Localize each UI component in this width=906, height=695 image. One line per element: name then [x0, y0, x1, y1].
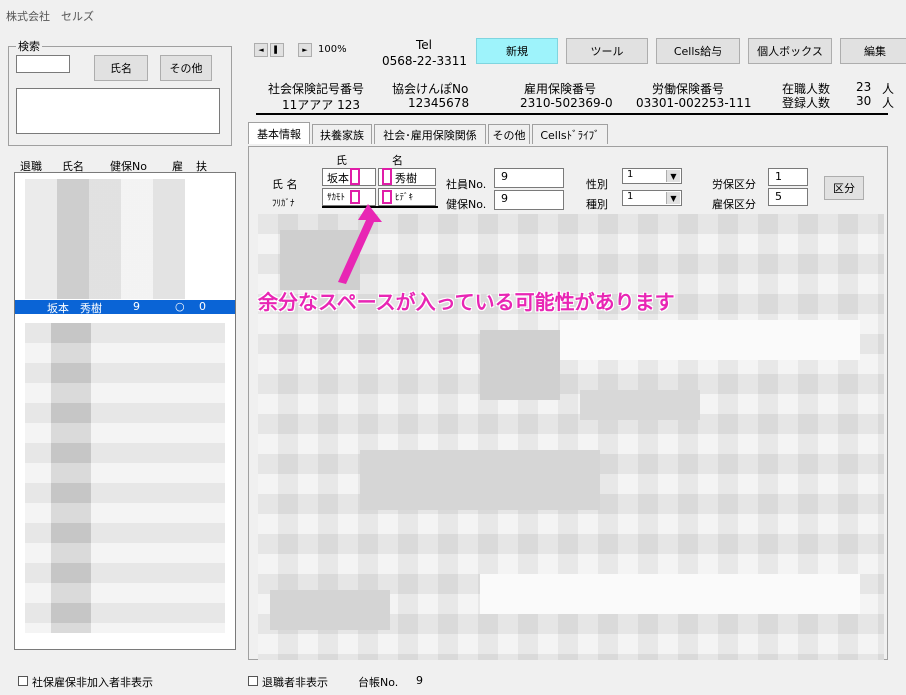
next-record-button[interactable]: ► — [298, 43, 312, 57]
tel-value: 0568-22-3311 — [382, 54, 468, 68]
sei-header: 氏 — [336, 154, 347, 167]
zoom-level: 100% — [318, 44, 347, 55]
dropdown-arrow-icon[interactable]: ▼ — [666, 192, 680, 204]
koyo-insurance-value: 2310-502369-0 — [520, 96, 613, 110]
toroku-unit: 人 — [882, 96, 895, 110]
hide-non-members-label: 社保雇保非加入者非表示 — [32, 676, 153, 689]
kyokai-label: 協会けんぽNo — [392, 82, 469, 96]
search-memo-field[interactable] — [16, 88, 220, 134]
rouho-value: 1 — [775, 170, 782, 183]
blurred-area — [51, 323, 91, 633]
tab-other[interactable]: その他 — [488, 124, 530, 144]
seibetsu-label: 性別 — [586, 178, 608, 191]
space-highlight-sei — [350, 168, 360, 185]
space-highlight-mei — [382, 168, 392, 185]
kubun-button[interactable]: 区分 — [824, 176, 864, 200]
ledger-label: 台帳No. — [358, 676, 399, 689]
hide-retired-label: 退職者非表示 — [262, 676, 328, 689]
list-item-kenpo: 9 — [133, 300, 140, 313]
social-insurance-value: 11アアア 123 — [282, 98, 360, 112]
blurred-block — [580, 390, 700, 420]
cells-salary-button[interactable]: Cells給与 — [656, 38, 740, 64]
personal-box-button[interactable]: 個人ボックス — [748, 38, 832, 64]
shubetsu-select[interactable]: 1 ▼ — [622, 190, 682, 206]
list-item-koyo: ○ — [175, 300, 185, 313]
blurred-block — [270, 590, 390, 630]
shubetsu-label: 種別 — [586, 198, 608, 211]
mei-kana-value: ﾋﾃﾞｷ — [395, 193, 414, 203]
sei-value: 坂本 — [327, 172, 349, 185]
hide-non-members-checkbox[interactable] — [18, 676, 28, 686]
sei-input[interactable]: 坂本 — [322, 168, 376, 186]
ledger-value: 9 — [416, 674, 423, 687]
annotation-arrow-icon — [338, 204, 382, 284]
tab-dependents[interactable]: 扶養家族 — [312, 124, 372, 144]
new-button[interactable]: 新規 — [476, 38, 558, 64]
mei-value: 秀樹 — [395, 172, 417, 185]
seibetsu-value: 1 — [627, 169, 634, 180]
blurred-block — [560, 320, 860, 360]
employee-list[interactable]: 坂本 秀樹 9 ○ 0 — [14, 172, 236, 650]
dropdown-arrow-icon[interactable]: ▼ — [666, 170, 680, 182]
tab-bar: 基本情報 扶養家族 社会･雇用保険関係 その他 Cellsﾄﾞﾗｲﾌﾞ — [248, 122, 888, 146]
rodo-insurance-value: 03301-002253-111 — [636, 96, 752, 110]
kyokai-value: 12345678 — [408, 96, 470, 110]
window-title: 株式会社 セルズ — [6, 10, 94, 23]
shubetsu-value: 1 — [627, 191, 634, 202]
shain-label: 社員No. — [446, 178, 487, 191]
koyo-insurance-label: 雇用保険番号 — [524, 82, 597, 96]
search-other-button[interactable]: その他 — [160, 55, 212, 81]
zaishoku-value: 23 — [856, 80, 872, 94]
kana-label: ﾌﾘｶﾞﾅ — [272, 199, 295, 209]
list-item-fuyo: 0 — [199, 300, 206, 313]
shain-input[interactable]: 9 — [494, 168, 564, 188]
rodo-insurance-label: 労働保険番号 — [652, 82, 725, 96]
edit-button[interactable]: 編集 — [840, 38, 906, 64]
blurred-block — [480, 574, 860, 614]
koho-value: 5 — [775, 190, 782, 203]
record-slider-button[interactable]: ▌ — [270, 43, 284, 57]
search-input[interactable] — [16, 55, 70, 73]
tab-basic-info[interactable]: 基本情報 — [248, 122, 310, 144]
toroku-value: 30 — [856, 94, 872, 108]
tab-cells-drive[interactable]: Cellsﾄﾞﾗｲﾌﾞ — [532, 124, 608, 144]
mei-header: 名 — [392, 154, 403, 167]
kenpo-value: 9 — [501, 192, 508, 205]
koho-input[interactable]: 5 — [768, 188, 808, 206]
tab-insurance[interactable]: 社会･雇用保険関係 — [374, 124, 486, 144]
name-label: 氏 名 — [272, 178, 298, 191]
blurred-block — [480, 330, 560, 400]
list-item-selected[interactable]: 坂本 秀樹 9 ○ 0 — [15, 300, 235, 315]
blurred-block — [360, 450, 600, 510]
search-name-button[interactable]: 氏名 — [94, 55, 148, 81]
koho-label: 雇保区分 — [712, 198, 756, 211]
list-item-name: 坂本 秀樹 — [47, 302, 102, 315]
annotation-text: 余分なスペースが入っている可能性があります — [258, 290, 675, 314]
prev-record-button[interactable]: ◄ — [254, 43, 268, 57]
tel-label: Tel — [416, 38, 433, 52]
tool-button[interactable]: ツール — [566, 38, 648, 64]
kenpo-label: 健保No. — [446, 198, 487, 211]
blurred-area — [25, 179, 185, 299]
hide-retired-checkbox[interactable] — [248, 676, 258, 686]
header-divider — [256, 113, 888, 115]
toroku-label: 登録人数 — [782, 96, 831, 110]
shain-value: 9 — [501, 170, 508, 183]
kenpo-input[interactable]: 9 — [494, 190, 564, 210]
social-insurance-label: 社会保険記号番号 — [268, 82, 365, 96]
rouho-label: 労保区分 — [712, 178, 756, 191]
search-legend: 検索 — [16, 38, 42, 54]
seibetsu-select[interactable]: 1 ▼ — [622, 168, 682, 184]
rouho-input[interactable]: 1 — [768, 168, 808, 186]
